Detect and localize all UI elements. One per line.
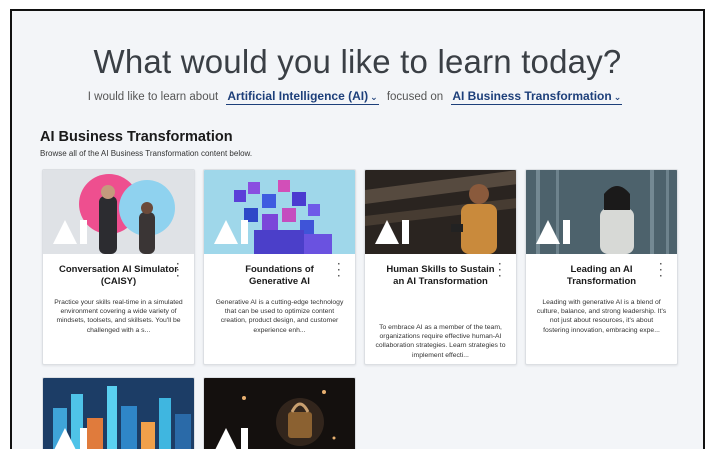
page-frame: What would you like to learn today? I wo…	[10, 9, 705, 449]
chevron-down-icon: ⌄	[613, 92, 622, 102]
course-card-leading-ai[interactable]: Leading an AI Transformation · · · Leading…	[525, 169, 678, 365]
kebab-menu-icon[interactable]: · · ·	[174, 260, 182, 282]
course-title: Human Skills to Sustain an AI Transforma…	[386, 264, 495, 287]
ai-logo-icon	[53, 220, 87, 244]
chevron-down-icon: ⌄	[370, 92, 378, 102]
course-title: Foundations of Generative AI	[245, 264, 314, 287]
focus-value: AI Business Transformation	[452, 89, 612, 103]
focus-dropdown[interactable]: AI Business Transformation ⌄	[451, 89, 623, 105]
picker-prefix: I would like to learn about	[87, 91, 219, 103]
page-title: What would you like to learn today?	[93, 43, 622, 80]
kebab-menu-icon[interactable]: · · ·	[335, 260, 343, 282]
course-card[interactable]	[42, 377, 195, 449]
section-subtitle: Browse all of the AI Business Transforma…	[40, 149, 253, 158]
course-description: To embrace AI as a member of the team, o…	[375, 324, 506, 359]
ai-logo-icon	[215, 428, 248, 449]
kebab-menu-icon[interactable]: · · ·	[657, 260, 665, 282]
course-description: Leading with generative AI is a blend of…	[536, 299, 667, 334]
topic-value: Artificial Intelligence (AI)	[227, 89, 369, 103]
ai-logo-icon	[375, 220, 409, 244]
topic-picker: I would like to learn about Artificial I…	[12, 89, 703, 105]
course-card-caisy[interactable]: Conversation AI Simulator (CAISY) · · · Pr…	[42, 169, 195, 365]
course-title: Conversation AI Simulator (CAISY)	[59, 264, 178, 287]
course-title: Leading an AI Transformation	[566, 264, 637, 287]
focus-label: focused on	[386, 91, 444, 103]
course-description: Generative AI is a cutting-edge technolo…	[215, 299, 344, 334]
ai-logo-icon	[54, 428, 87, 449]
course-card-generative-ai[interactable]: Foundations of Generative AI · · · Generat…	[203, 169, 356, 365]
course-card[interactable]	[203, 377, 356, 449]
topic-dropdown[interactable]: Artificial Intelligence (AI) ⌄	[226, 89, 379, 105]
kebab-menu-icon[interactable]: · · ·	[496, 260, 504, 282]
ai-logo-icon	[214, 220, 248, 244]
ai-logo-icon	[536, 220, 570, 244]
section-title: AI Business Transformation	[40, 129, 233, 145]
course-card-human-skills[interactable]: Human Skills to Sustain an AI Transforma…	[364, 169, 517, 365]
course-description: Practice your skills real-time in a simu…	[54, 299, 183, 334]
